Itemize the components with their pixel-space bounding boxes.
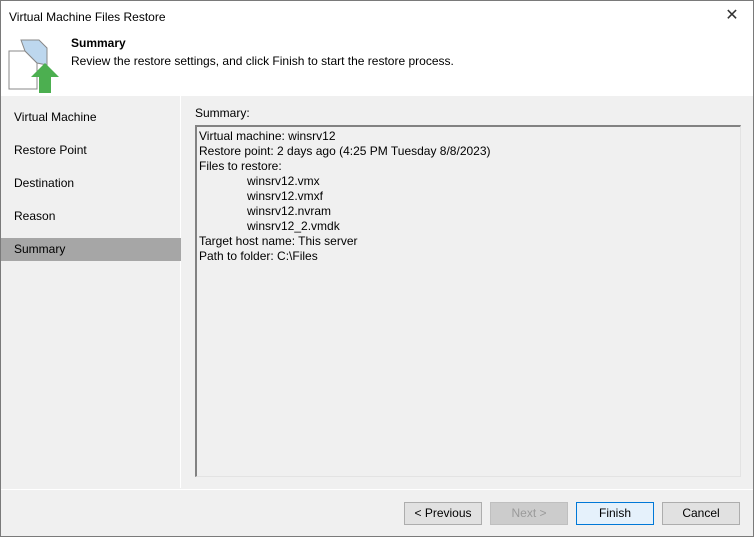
wizard-header: Summary Review the restore settings, and… [1, 33, 753, 96]
finish-button[interactable]: Finish [576, 502, 654, 525]
summary-file: winsrv12.vmxf [247, 189, 324, 203]
summary-line: Target host name: This server [199, 234, 358, 248]
summary-line: Path to folder: C:\Files [199, 249, 318, 263]
header-title: Summary [71, 36, 126, 50]
summary-line: Files to restore: [199, 159, 282, 173]
step-restore-point[interactable]: Restore Point [1, 139, 181, 162]
summary-file: winsrv12.nvram [247, 204, 332, 218]
step-virtual-machine[interactable]: Virtual Machine [1, 106, 181, 129]
cancel-button[interactable]: Cancel [662, 502, 740, 525]
summary-textbox[interactable]: Virtual machine: winsrv12 Restore point:… [195, 125, 741, 477]
file-restore-icon [8, 39, 59, 93]
restore-wizard-window: Virtual Machine Files Restore ✕ Summary … [0, 0, 754, 537]
step-summary[interactable]: Summary [1, 238, 181, 261]
wizard-steps: Virtual Machine Restore Point Destinatio… [1, 96, 181, 488]
window-title: Virtual Machine Files Restore [9, 10, 166, 24]
summary-file: winsrv12.vmx [247, 174, 320, 188]
header-subtitle: Review the restore settings, and click F… [71, 54, 454, 68]
summary-panel: Summary: Virtual machine: winsrv12 Resto… [182, 96, 753, 488]
previous-button[interactable]: < Previous [404, 502, 482, 525]
step-destination[interactable]: Destination [1, 172, 181, 195]
step-reason[interactable]: Reason [1, 205, 181, 228]
summary-line: Restore point: 2 days ago (4:25 PM Tuesd… [199, 144, 491, 158]
summary-file: winsrv12_2.vmdk [247, 219, 340, 233]
summary-line: Virtual machine: winsrv12 [199, 129, 336, 143]
close-icon[interactable]: ✕ [719, 5, 745, 29]
wizard-footer: < Previous Next > Finish Cancel [1, 489, 753, 536]
summary-label: Summary: [195, 106, 250, 120]
next-button: Next > [490, 502, 568, 525]
title-bar: Virtual Machine Files Restore ✕ [1, 1, 753, 33]
